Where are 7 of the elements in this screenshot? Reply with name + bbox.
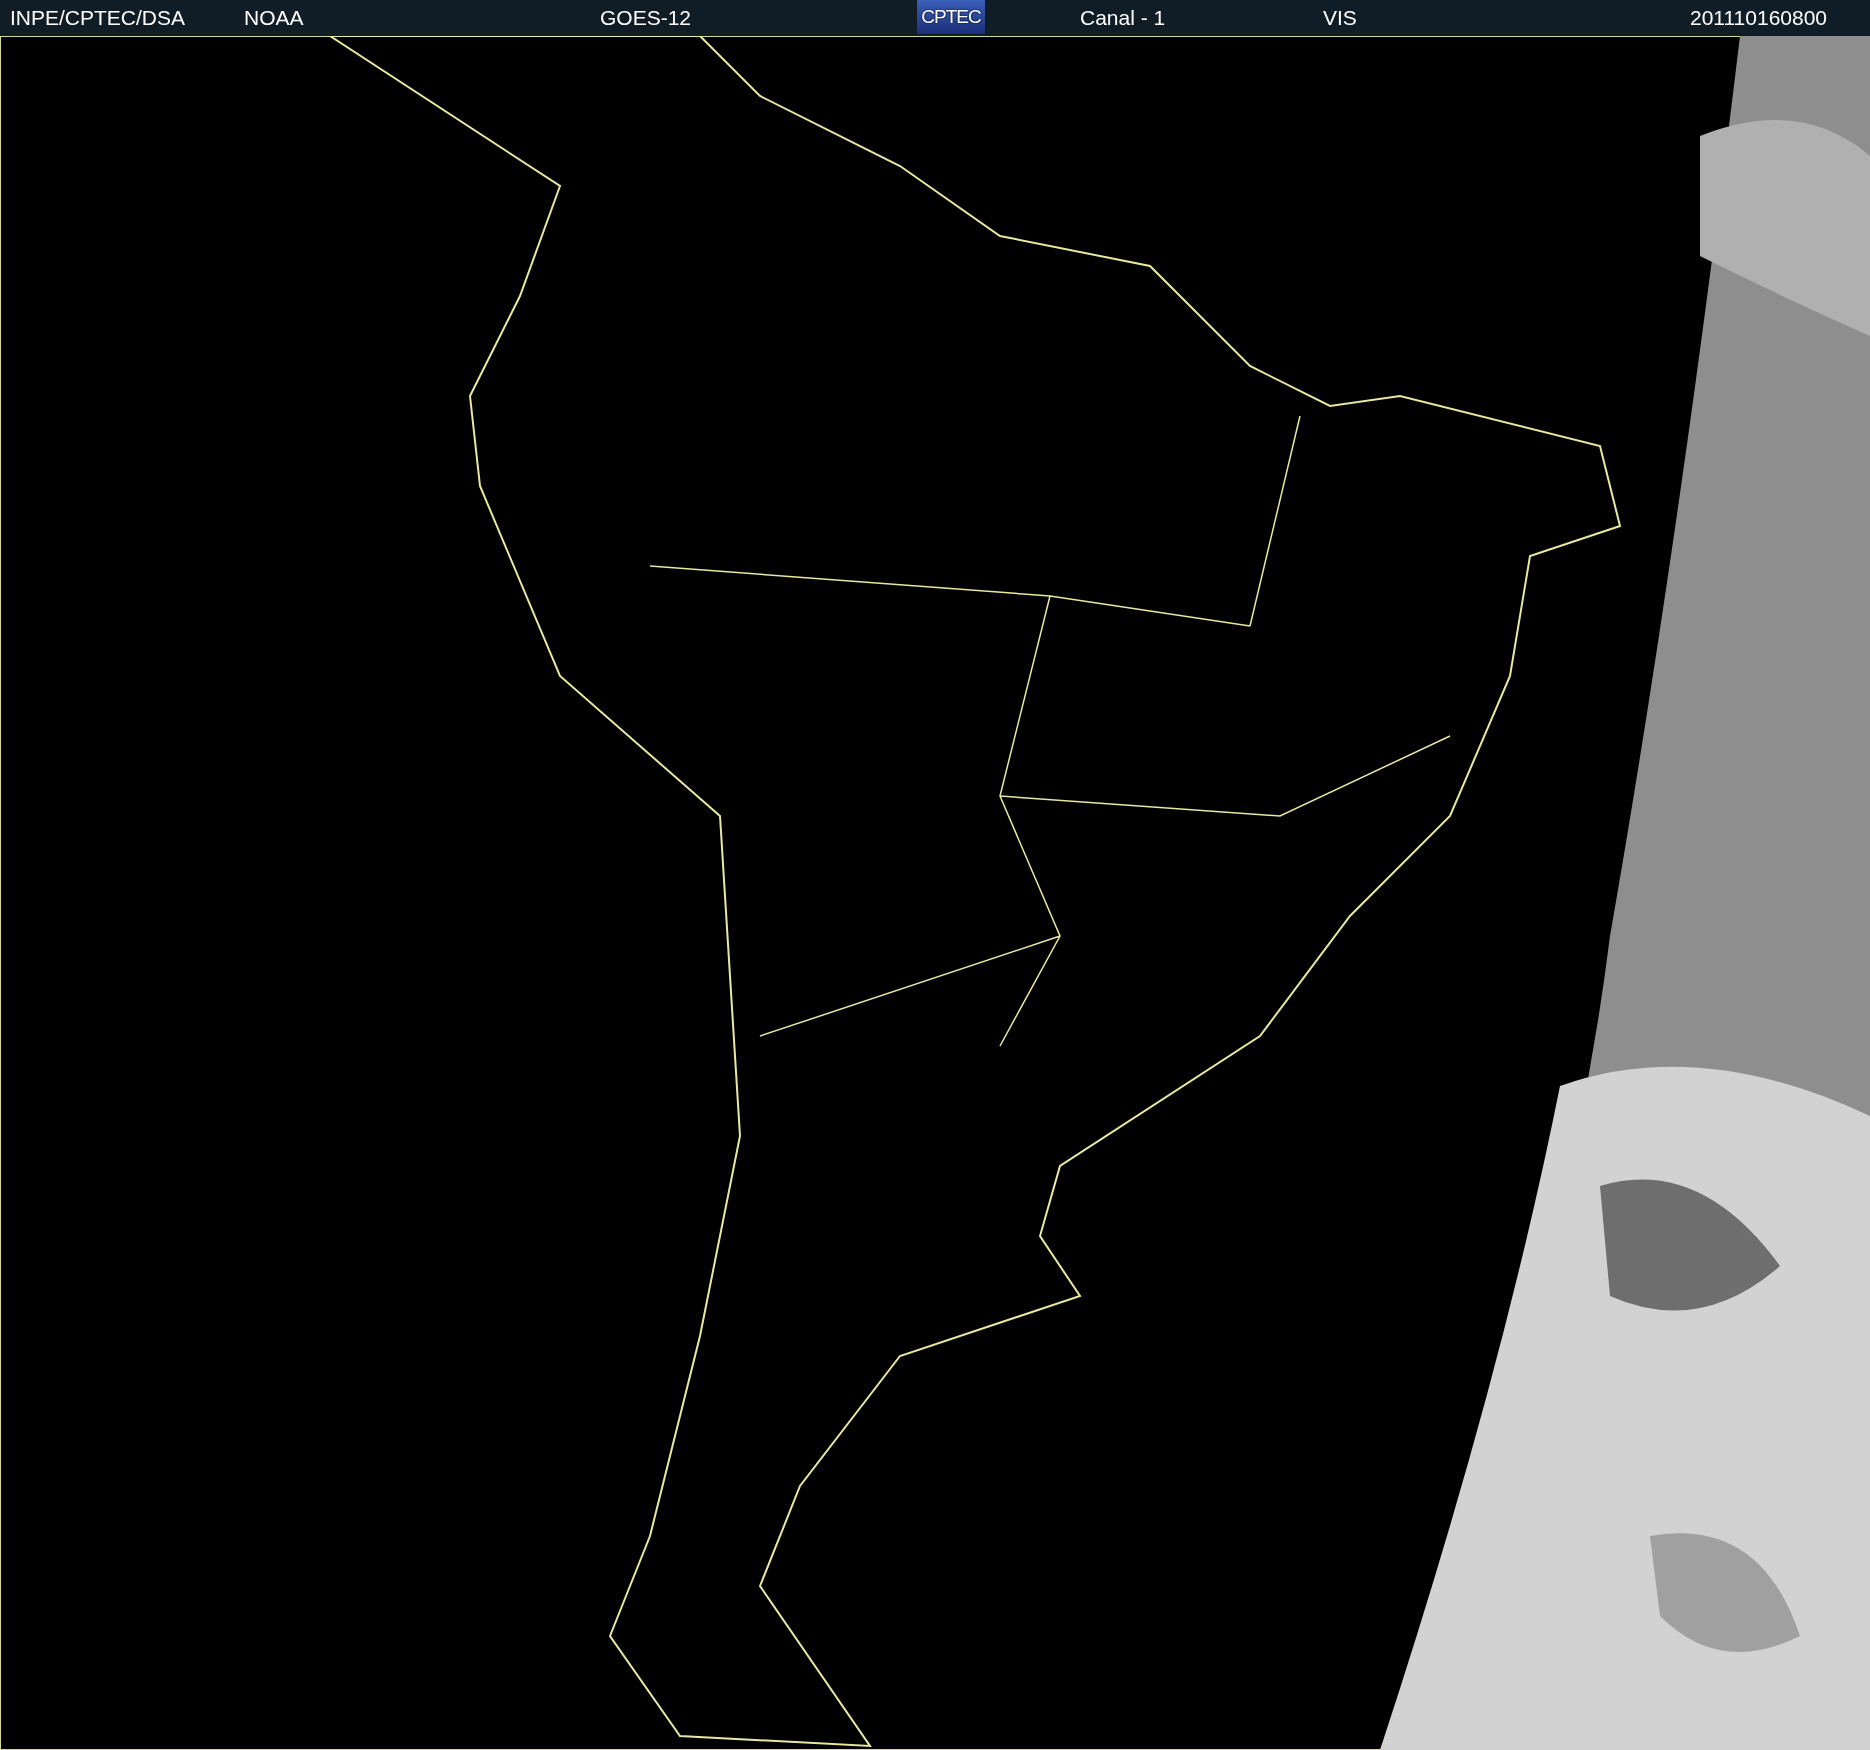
header-label: GOES-12 bbox=[600, 6, 692, 30]
agency-logo: CPTEC bbox=[917, 0, 985, 34]
header-label: INPE/CPTEC/DSA bbox=[10, 6, 186, 30]
header-label: 201110160800 bbox=[1690, 6, 1828, 30]
header-label: VIS bbox=[1323, 6, 1357, 30]
header-label: Canal - 1 bbox=[1080, 6, 1166, 30]
header-label: NOAA bbox=[244, 6, 304, 30]
